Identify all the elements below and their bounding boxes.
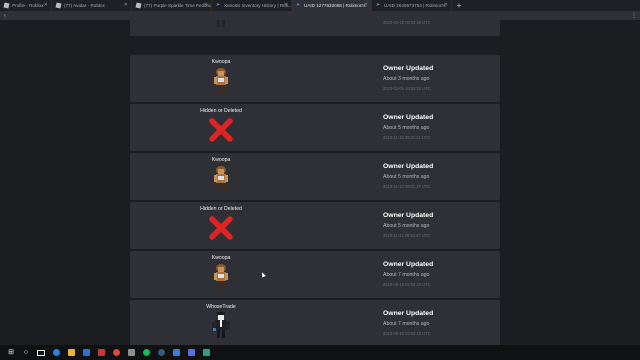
event-type: Owner Updated bbox=[383, 310, 434, 317]
close-icon[interactable]: ✕ bbox=[204, 2, 208, 8]
new-tab-button[interactable]: + bbox=[452, 0, 466, 11]
app-icon[interactable] bbox=[201, 348, 211, 358]
close-icon[interactable]: ✕ bbox=[364, 2, 368, 8]
windows-start-icon[interactable]: ⊞ bbox=[6, 348, 16, 358]
history-card: Kwoopa Owner Updated About 5 months ago 201… bbox=[130, 153, 500, 200]
app-icon[interactable] bbox=[96, 348, 106, 358]
tab-item[interactable]: (77) Purple Sparkle Time Fedora - ✕ bbox=[132, 0, 212, 11]
avatar-thumbnail[interactable] bbox=[209, 263, 233, 291]
event-type: Owner Updated bbox=[383, 114, 434, 121]
page-content[interactable]: About 2 months ago2020-03-18 09:03:48 UT… bbox=[0, 20, 640, 345]
tab-inventory-history[interactable]: ➤ Xenosis Inventory History | Roli... ✕ bbox=[212, 0, 292, 11]
app-icon[interactable] bbox=[186, 348, 196, 358]
rolimons-icon: ➤ bbox=[296, 2, 301, 8]
close-icon[interactable]: ✕ bbox=[124, 2, 128, 8]
history-card: Kwoopa Owner Updated About 7 months ago 201… bbox=[130, 251, 500, 298]
tab-uaid-active[interactable]: ➤ UAID 1277632088 | Rolimon's ✕ bbox=[292, 0, 372, 11]
task-view-icon[interactable] bbox=[36, 348, 46, 358]
taskbar: ⊞ ○ bbox=[0, 345, 640, 360]
tab-label: (77) Purple Sparkle Time Fedora - bbox=[144, 3, 211, 8]
event-type: Owner Updated bbox=[383, 163, 434, 170]
tab-strip: Profile - Roblox ✕ (77) Avatar - Roblox … bbox=[0, 0, 640, 11]
roblox-icon bbox=[3, 2, 10, 9]
tab-avatar[interactable]: (77) Avatar - Roblox ✕ bbox=[52, 0, 132, 11]
relative-time: About 5 months ago bbox=[383, 223, 430, 229]
relative-time: About 3 months ago bbox=[383, 76, 430, 82]
timestamp: 2019-09-16 02:04:19 UTC bbox=[383, 331, 431, 336]
roblox-icon bbox=[55, 2, 62, 9]
avatar-thumbnail[interactable] bbox=[209, 20, 233, 29]
event-type: Owner Updated bbox=[383, 65, 434, 72]
tab-profile[interactable]: Profile - Roblox ✕ bbox=[0, 0, 52, 11]
rolimons-icon: ➤ bbox=[376, 2, 381, 8]
menu-dots-icon[interactable]: ⋮ bbox=[631, 12, 637, 19]
tab-label: UAID 2640573754 | Rolimon's bbox=[384, 3, 446, 8]
history-card: WhoseTrade Owner Updated About 7 months ag… bbox=[130, 300, 500, 345]
tab-label: UAID 1277632088 | Rolimon's bbox=[304, 3, 366, 8]
relative-time: About 7 months ago bbox=[383, 321, 430, 327]
event-type: Owner Updated bbox=[383, 212, 434, 219]
rolimons-icon: ➤ bbox=[216, 2, 221, 8]
relative-time: About 5 months ago bbox=[383, 125, 430, 131]
roblox-icon bbox=[135, 2, 142, 9]
steam-icon[interactable] bbox=[156, 348, 166, 358]
timestamp: 2019-11-18 09:01:31 UTC bbox=[383, 135, 431, 140]
deleted-x-icon bbox=[209, 214, 233, 242]
avatar-thumbnail[interactable] bbox=[209, 165, 233, 193]
owner-username[interactable]: Hidden or Deleted bbox=[170, 206, 272, 212]
history-card: About 2 months ago2020-03-18 09:03:48 UT… bbox=[130, 20, 500, 36]
search-icon[interactable]: ○ bbox=[21, 348, 31, 358]
store-icon[interactable] bbox=[81, 348, 91, 358]
timestamp: 2020-01-05 18:53:24 UTC bbox=[383, 86, 431, 91]
tab-uaid[interactable]: ➤ UAID 2640573754 | Rolimon's ✕ bbox=[372, 0, 452, 11]
folder-icon[interactable] bbox=[66, 348, 76, 358]
browser-toolbar: ‹ ⋮ bbox=[0, 11, 640, 20]
timestamp: 2019-11-12 08:51:37 UTC bbox=[383, 233, 431, 238]
timestamp: 2019-09-16 02:04:24 UTC bbox=[383, 282, 431, 287]
close-icon[interactable]: ✕ bbox=[444, 2, 448, 8]
deleted-x-icon bbox=[209, 116, 233, 144]
owner-username[interactable]: Kwoopa bbox=[170, 157, 272, 163]
spotify-icon[interactable] bbox=[141, 348, 151, 358]
edge-icon[interactable] bbox=[51, 348, 61, 358]
history-card: Hidden or Deleted Owner Updated About 5 mo… bbox=[130, 104, 500, 151]
chrome-icon[interactable] bbox=[111, 348, 121, 358]
tab-label: (77) Avatar - Roblox bbox=[64, 3, 105, 8]
avatar-thumbnail[interactable] bbox=[209, 312, 233, 340]
tab-label: Xenosis Inventory History | Roli... bbox=[224, 3, 291, 8]
roblox-studio-icon[interactable] bbox=[126, 348, 136, 358]
owner-username[interactable]: WhoseTrade bbox=[170, 304, 272, 310]
owner-username[interactable]: Hidden or Deleted bbox=[170, 108, 272, 114]
event-type: Owner Updated bbox=[383, 261, 434, 268]
close-icon[interactable]: ✕ bbox=[284, 2, 288, 8]
timestamp: 2019-11-18 09:01:29 UTC bbox=[383, 184, 431, 189]
owner-username[interactable]: Kwoopa bbox=[170, 255, 272, 261]
chevron-left-icon[interactable]: ‹ bbox=[4, 13, 6, 19]
avatar-thumbnail[interactable] bbox=[209, 67, 233, 95]
owner-username[interactable]: Kwoopa bbox=[170, 59, 272, 65]
relative-time: About 5 months ago bbox=[383, 174, 430, 180]
history-card: Hidden or Deleted Owner Updated About 5 mo… bbox=[130, 202, 500, 249]
history-card: Kwoopa Owner Updated About 3 months ago 202… bbox=[130, 55, 500, 102]
timestamp: 2020-03-18 09:03:48 UTC bbox=[383, 20, 431, 25]
close-icon[interactable]: ✕ bbox=[44, 2, 48, 8]
relative-time: About 7 months ago bbox=[383, 272, 430, 278]
photos-icon[interactable] bbox=[171, 348, 181, 358]
